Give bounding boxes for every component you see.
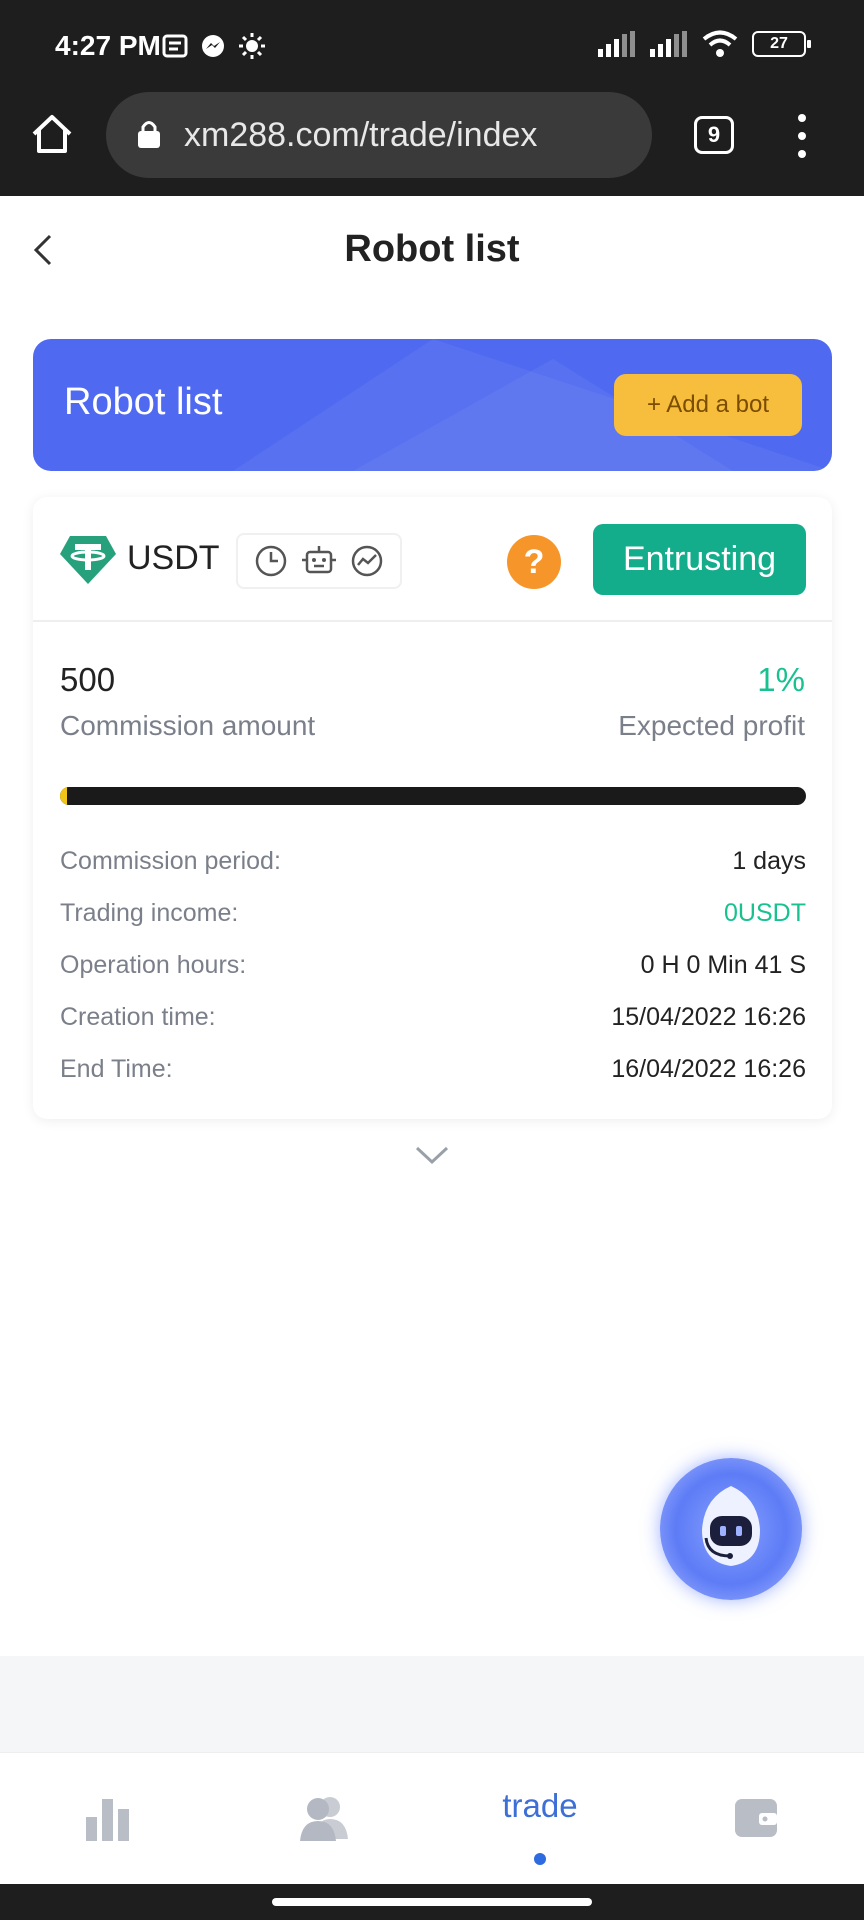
detail-row: End Time: 16/04/2022 16:26 <box>60 1043 806 1095</box>
robot-assistant-icon <box>702 1486 760 1566</box>
robot-card: USDT ? Entrusting 500 Commission amount … <box>33 497 832 1119</box>
bar-chart-icon <box>86 1799 129 1841</box>
users-icon <box>300 1797 348 1841</box>
url-text: xm288.com/trade/index <box>184 116 538 154</box>
end-time-value: 16/04/2022 16:26 <box>611 1054 806 1083</box>
brightness-icon <box>239 33 265 59</box>
status-time: 4:27 PM <box>55 30 161 61</box>
operation-hours-value: 0 H 0 Min 41 S <box>640 950 806 979</box>
active-indicator <box>534 1853 546 1865</box>
progress-bar <box>60 787 806 805</box>
browser-menu-icon[interactable] <box>796 114 808 158</box>
robot-feature-icons <box>236 533 402 589</box>
home-icon[interactable] <box>30 112 74 156</box>
trend-icon <box>351 545 382 577</box>
commission-period-value: 1 days <box>732 846 806 875</box>
home-indicator <box>272 1898 592 1906</box>
system-indicators: 27 <box>598 30 811 58</box>
banner-title: Robot list <box>64 381 223 423</box>
lock-icon <box>138 121 160 148</box>
operation-hours-label: Operation hours: <box>60 950 247 979</box>
clock-icon <box>256 545 287 577</box>
detail-row: Creation time: 15/04/2022 16:26 <box>60 991 806 1043</box>
signal-icon <box>598 31 635 57</box>
commission-amount-label: Commission amount <box>60 710 316 741</box>
commission-period-label: Commission period: <box>60 846 281 875</box>
usdt-icon <box>60 536 116 584</box>
browser-toolbar: xm288.com/trade/index 9 <box>0 92 864 196</box>
notification-icons <box>162 32 266 60</box>
page-header: Robot list <box>0 196 864 304</box>
chevron-down-icon[interactable] <box>414 1143 450 1167</box>
gesture-bar <box>0 1884 864 1920</box>
expected-profit-label: Expected profit <box>618 710 805 741</box>
robot-list-banner: Robot list + Add a bot <box>33 339 832 471</box>
nav-item-trade[interactable]: trade <box>432 1753 648 1885</box>
entrusting-status-button[interactable]: Entrusting <box>593 524 806 595</box>
signal-icon <box>650 31 687 57</box>
detail-row: Commission period: 1 days <box>60 835 806 887</box>
help-icon[interactable]: ? <box>507 535 561 589</box>
nav-item-team[interactable] <box>216 1753 432 1885</box>
robot-details: Commission period: 1 days Trading income… <box>60 835 806 1095</box>
robot-icon <box>301 546 336 574</box>
page-title: Robot list <box>344 228 520 270</box>
nav-item-wallet[interactable] <box>648 1753 864 1885</box>
creation-time-value: 15/04/2022 16:26 <box>611 1002 806 1031</box>
robot-card-header: USDT ? Entrusting <box>33 497 832 622</box>
notification-icon <box>162 34 188 58</box>
end-time-label: End Time: <box>60 1054 173 1083</box>
detail-row: Trading income: 0USDT <box>60 887 806 939</box>
detail-row: Operation hours: 0 H 0 Min 41 S <box>60 939 806 991</box>
progress-fill <box>60 787 68 805</box>
wifi-icon <box>702 30 738 57</box>
address-bar[interactable]: xm288.com/trade/index <box>106 92 652 178</box>
coin-name: USDT <box>127 539 220 577</box>
battery-icon: 27 <box>752 31 811 57</box>
bottom-navigation: trade <box>0 1752 864 1884</box>
messenger-icon <box>202 35 224 57</box>
nav-item-market[interactable] <box>0 1753 216 1885</box>
content-footer-band <box>0 1656 864 1752</box>
commission-amount-value: 500 <box>60 661 116 698</box>
wallet-icon <box>735 1799 777 1837</box>
tab-switcher-button[interactable]: 9 <box>694 116 734 154</box>
nav-label-trade: trade <box>502 1787 578 1824</box>
creation-time-label: Creation time: <box>60 1002 216 1031</box>
trading-income-label: Trading income: <box>60 898 239 927</box>
system-status-bar: 4:27 PM 27 <box>0 0 864 92</box>
expected-profit-value: 1% <box>757 661 805 698</box>
add-bot-button[interactable]: + Add a bot <box>614 374 802 436</box>
support-assistant-button[interactable] <box>660 1458 802 1600</box>
trading-income-value: 0USDT <box>724 898 806 927</box>
